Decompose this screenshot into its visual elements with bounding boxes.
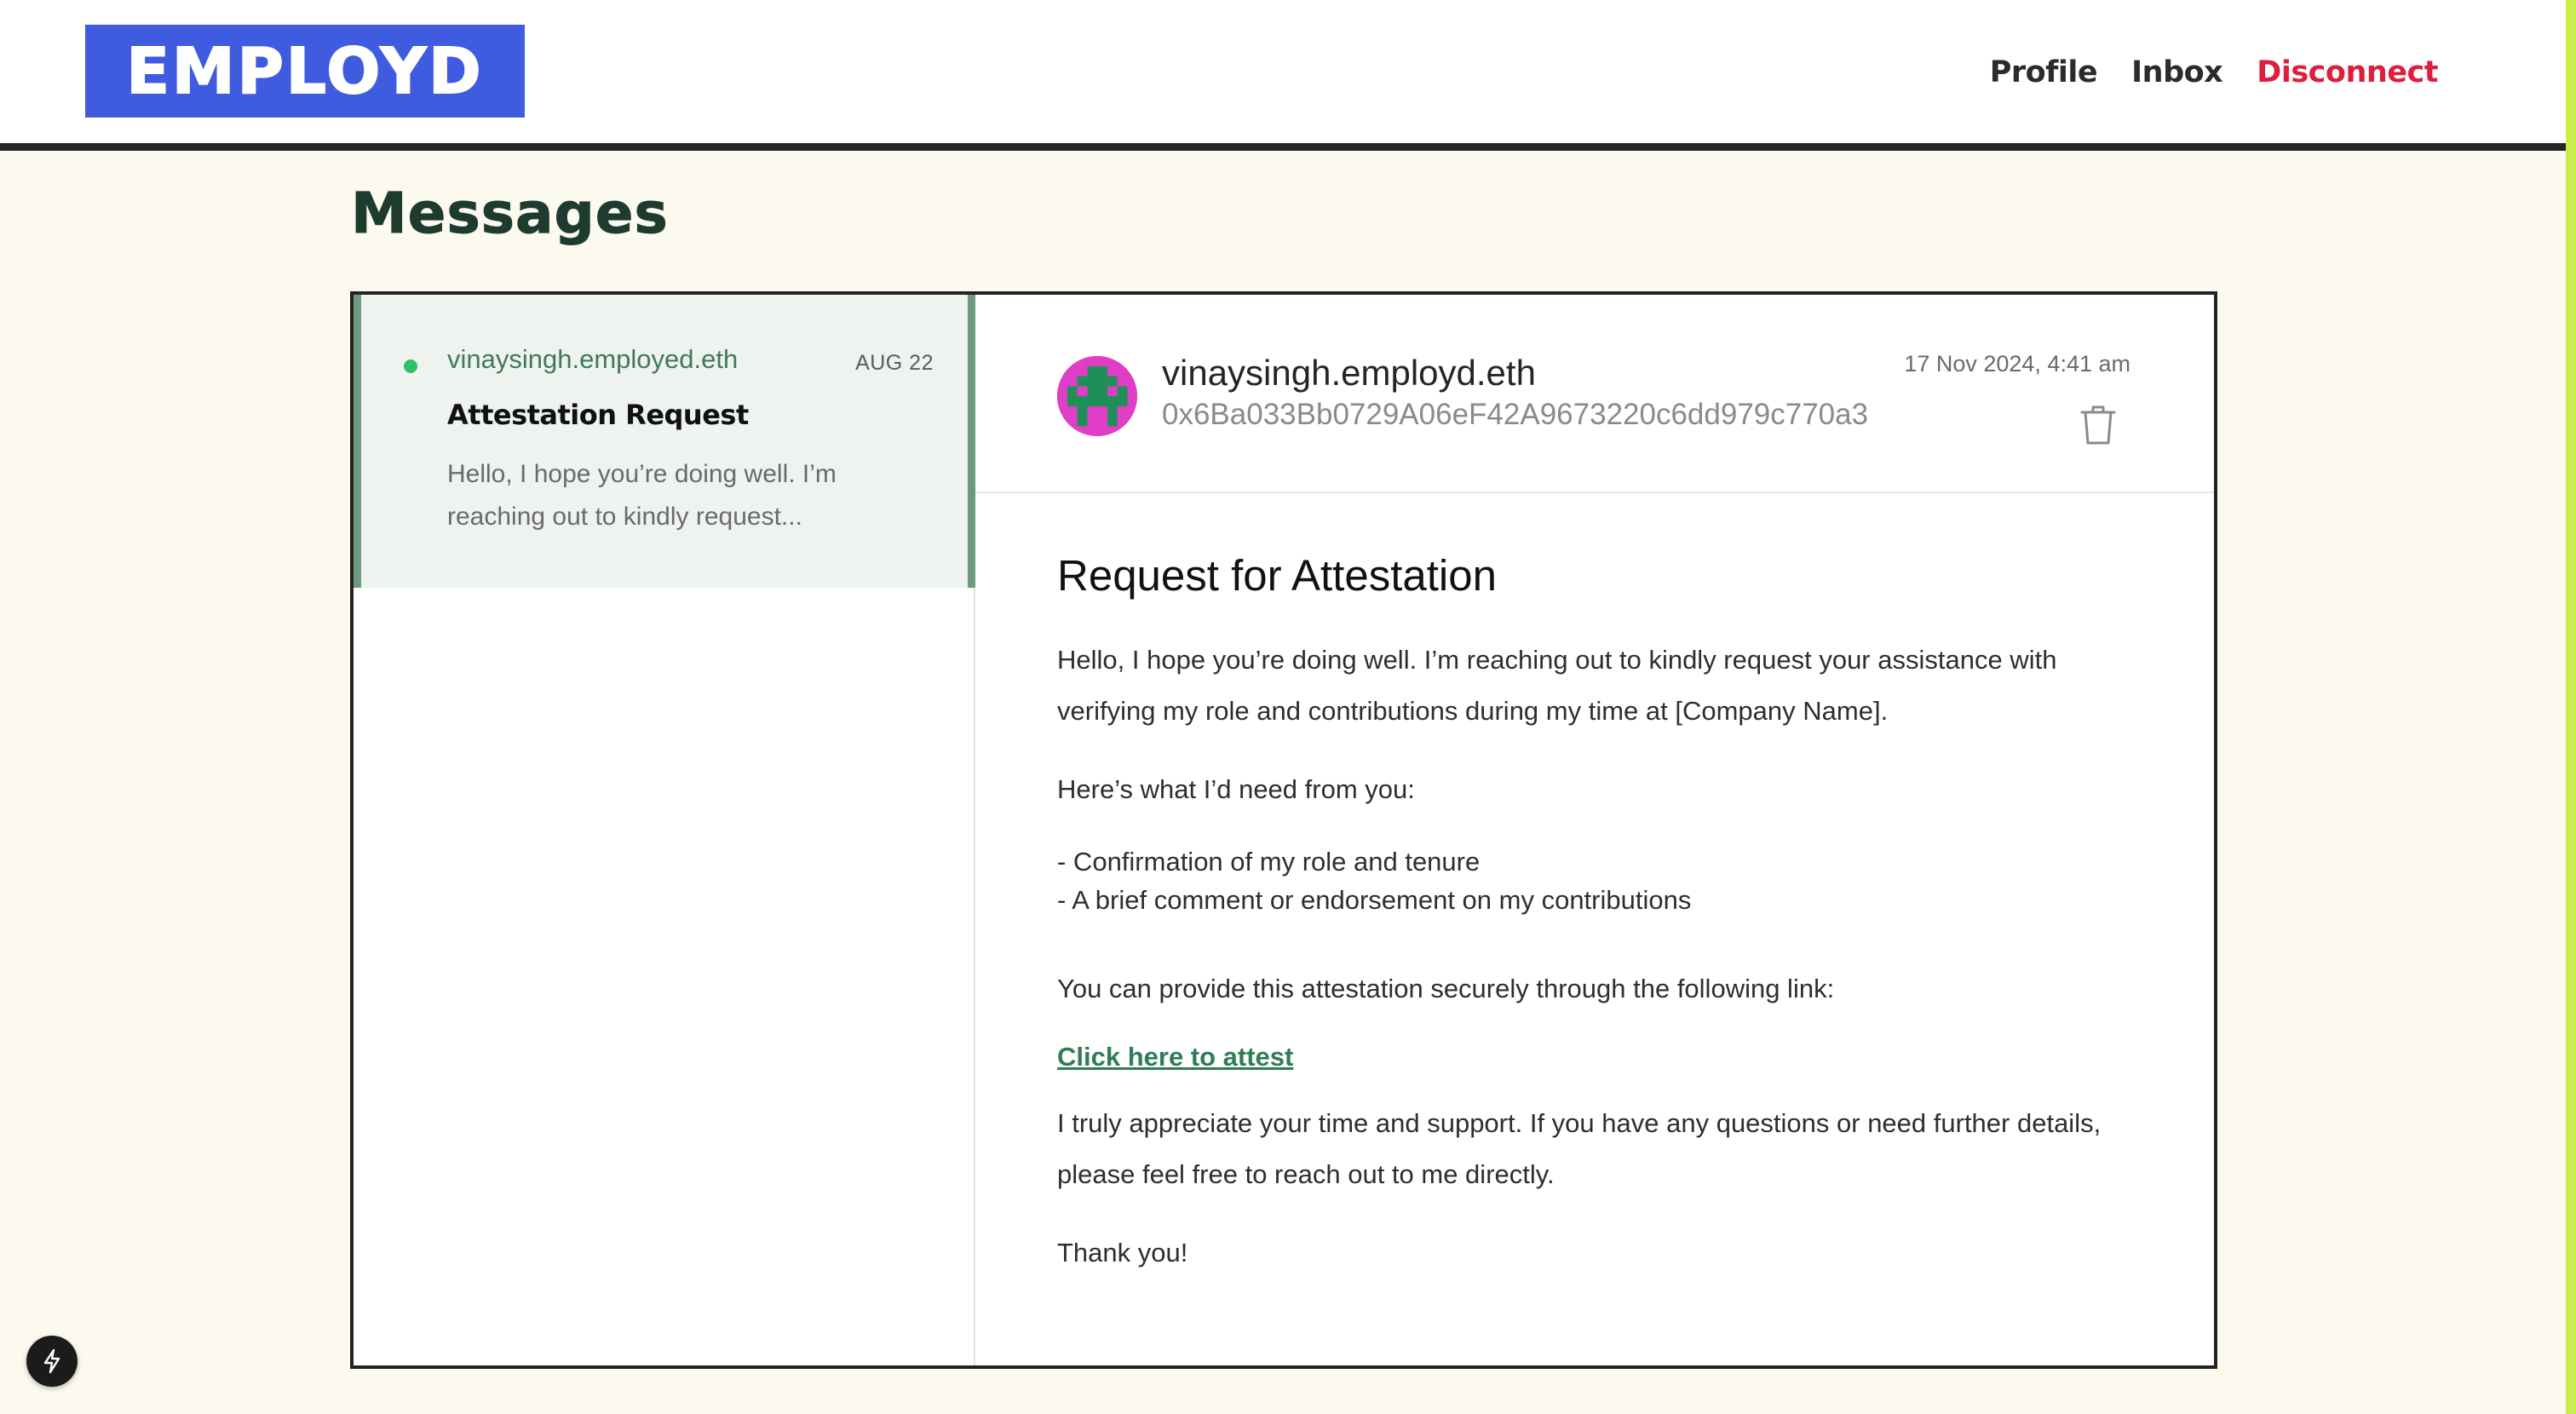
main-nav: Profile Inbox Disconnect bbox=[1990, 51, 2439, 94]
nav-inbox-link[interactable]: Inbox bbox=[2131, 55, 2223, 89]
page-title: Messages bbox=[351, 181, 669, 247]
sender-avatar bbox=[1057, 356, 1137, 436]
message-bullet-list: - Confirmation of my role and tenure - A… bbox=[1057, 842, 2148, 919]
messages-panel: vinaysingh.employed.eth AUG 22 Attestati… bbox=[350, 291, 2217, 1369]
sender-name: vinaysingh.employd.eth bbox=[1162, 353, 1536, 393]
nav-profile-link[interactable]: Profile bbox=[1990, 55, 2098, 89]
header-divider bbox=[0, 143, 2566, 151]
message-detail: vinaysingh.employd.eth 0x6Ba033Bb0729A06… bbox=[975, 295, 2214, 1365]
unread-indicator-icon bbox=[404, 359, 417, 373]
message-item-subject: Attestation Request bbox=[447, 399, 749, 431]
nav-disconnect-link[interactable]: Disconnect bbox=[2257, 55, 2438, 89]
message-bullet: - A brief comment or endorsement on my c… bbox=[1057, 885, 1692, 915]
message-intro: Hello, I hope you’re doing well. I’m rea… bbox=[1057, 645, 2057, 726]
message-bullet: - Confirmation of my role and tenure bbox=[1057, 847, 1481, 877]
message-body: Request for Attestation Hello, I hope yo… bbox=[1057, 550, 2148, 1306]
message-item-sender: vinaysingh.employed.eth bbox=[447, 344, 739, 374]
logo[interactable]: EMPLOYD bbox=[85, 25, 525, 118]
message-closing: I truly appreciate your time and support… bbox=[1057, 1108, 2102, 1189]
message-title: Request for Attestation bbox=[1057, 551, 1497, 600]
pixel-avatar-icon bbox=[1057, 356, 1137, 436]
page: EMPLOYD Profile Inbox Disconnect Message… bbox=[0, 0, 2576, 1414]
message-detail-header: vinaysingh.employd.eth 0x6Ba033Bb0729A06… bbox=[975, 295, 2214, 493]
attest-link[interactable]: Click here to attest bbox=[1057, 1042, 1293, 1072]
top-bar: EMPLOYD Profile Inbox Disconnect bbox=[0, 0, 2566, 143]
message-timestamp: 17 Nov 2024, 4:41 am bbox=[1904, 351, 2130, 376]
trash-icon[interactable] bbox=[2079, 404, 2117, 446]
message-list-item[interactable]: vinaysingh.employed.eth AUG 22 Attestati… bbox=[354, 295, 975, 588]
message-link-intro: You can provide this attestation securel… bbox=[1057, 974, 1835, 1003]
message-thanks: Thank you! bbox=[1057, 1238, 1188, 1267]
lightning-icon[interactable] bbox=[26, 1336, 78, 1387]
sender-address: 0x6Ba033Bb0729A06eF42A9673220c6dd979c770… bbox=[1162, 398, 1869, 431]
message-needs-heading: Here’s what I’d need from you: bbox=[1057, 774, 1415, 804]
edge-strip bbox=[2566, 0, 2576, 1414]
message-list: vinaysingh.employed.eth AUG 22 Attestati… bbox=[354, 295, 975, 1365]
message-item-date: AUG 22 bbox=[855, 351, 934, 375]
message-item-preview: Hello, I hope you’re doing well. I’m rea… bbox=[447, 460, 837, 531]
